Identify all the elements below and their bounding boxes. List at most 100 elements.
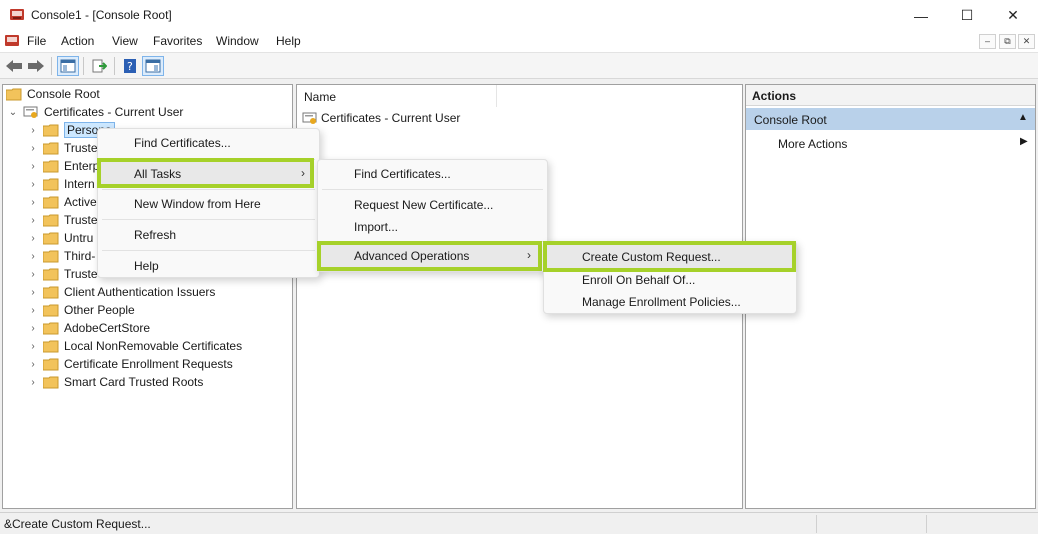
export-list-button[interactable] bbox=[88, 56, 110, 76]
mdi-restore-button[interactable]: ⧉ bbox=[999, 34, 1016, 49]
minimize-icon: — bbox=[914, 7, 928, 24]
status-divider bbox=[926, 515, 927, 533]
show-hide-tree-button[interactable] bbox=[57, 56, 79, 76]
chevron-right-icon[interactable]: › bbox=[27, 125, 39, 136]
tree-node-enterprise-trust[interactable]: › Enterp bbox=[27, 157, 99, 175]
folder-icon bbox=[43, 142, 59, 154]
back-button[interactable] bbox=[3, 56, 25, 76]
mdi-minimize-button[interactable]: – bbox=[979, 34, 996, 49]
column-header-name[interactable]: Name bbox=[297, 85, 497, 107]
more-actions-label: More Actions bbox=[778, 137, 848, 151]
tree-node-enrollment-requests[interactable]: › Certificate Enrollment Requests bbox=[27, 355, 232, 373]
folder-icon bbox=[43, 322, 59, 334]
tree-node-adobecertstore[interactable]: › AdobeCertStore bbox=[27, 319, 150, 337]
toolbar-separator bbox=[114, 57, 115, 75]
tree-node-trusted-root[interactable]: › Truste bbox=[27, 139, 97, 157]
chevron-right-icon[interactable]: › bbox=[27, 341, 39, 352]
chevron-right-icon[interactable]: › bbox=[27, 269, 39, 280]
tree-node-console-root[interactable]: Console Root bbox=[6, 85, 100, 103]
status-bar: &Create Custom Request... bbox=[0, 512, 1038, 534]
status-text: &Create Custom Request... bbox=[4, 517, 151, 531]
tree-node-intermediate[interactable]: › Intern bbox=[27, 175, 94, 193]
status-divider bbox=[816, 515, 817, 533]
tree-node-untrusted[interactable]: › Untru bbox=[27, 229, 93, 247]
collapse-up-icon[interactable]: ▲ bbox=[1018, 112, 1028, 123]
menu-item-refresh[interactable]: Refresh bbox=[98, 223, 319, 247]
minimize-icon: – bbox=[984, 36, 990, 46]
help-button[interactable]: ? bbox=[119, 56, 141, 76]
tree-node-smart-card-roots[interactable]: › Smart Card Trusted Roots bbox=[27, 373, 203, 391]
highlight-advanced-operations bbox=[317, 241, 542, 271]
chevron-right-icon[interactable]: › bbox=[27, 305, 39, 316]
console-tree-icon bbox=[60, 59, 76, 73]
close-button[interactable]: ✕ bbox=[990, 0, 1036, 31]
mdi-close-button[interactable]: ✕ bbox=[1018, 34, 1035, 49]
more-actions-item[interactable]: More Actions ▶ bbox=[746, 132, 1035, 154]
chevron-right-icon[interactable]: › bbox=[27, 161, 39, 172]
forward-button[interactable] bbox=[25, 56, 47, 76]
column-header-label: Name bbox=[304, 90, 337, 104]
menu-item-find-certificates[interactable]: Find Certificates... bbox=[98, 131, 319, 155]
tree-node-third-party-root[interactable]: › Third- bbox=[27, 247, 95, 265]
minimize-button[interactable]: — bbox=[898, 0, 944, 31]
menu-separator bbox=[322, 189, 543, 190]
folder-icon bbox=[43, 232, 59, 244]
chevron-right-icon[interactable]: › bbox=[27, 287, 39, 298]
actions-header: Actions bbox=[746, 85, 1035, 106]
menu-item-label: Enroll On Behalf Of... bbox=[582, 273, 696, 287]
chevron-right-icon[interactable]: › bbox=[27, 359, 39, 370]
menu-action[interactable]: Action bbox=[61, 34, 94, 48]
folder-icon bbox=[43, 376, 59, 388]
restore-icon: ⧉ bbox=[1004, 36, 1011, 46]
menu-item-label: Manage Enrollment Policies... bbox=[582, 295, 741, 309]
chevron-right-icon[interactable]: › bbox=[27, 377, 39, 388]
list-item[interactable]: Certificates - Current User bbox=[302, 111, 460, 125]
menu-item-find-certificates-sub[interactable]: Find Certificates... bbox=[318, 162, 547, 186]
menu-item-help[interactable]: Help bbox=[98, 254, 319, 278]
tree-node-local-nonremovable[interactable]: › Local NonRemovable Certificates bbox=[27, 337, 242, 355]
tree-node-label: Truste bbox=[64, 213, 98, 227]
tree-node-label: Local NonRemovable Certificates bbox=[64, 339, 243, 353]
tree-node-trusted-publishers[interactable]: › Truste bbox=[27, 211, 98, 229]
menu-view[interactable]: View bbox=[112, 34, 138, 48]
title-bar: Console1 - [Console Root] — ☐ ✕ bbox=[0, 0, 1038, 31]
chevron-right-icon[interactable]: › bbox=[27, 233, 39, 244]
chevron-right-icon[interactable]: › bbox=[27, 179, 39, 190]
folder-icon bbox=[43, 304, 59, 316]
chevron-right-icon[interactable]: › bbox=[27, 143, 39, 154]
actions-section-console-root[interactable]: Console Root ▲ bbox=[746, 108, 1035, 130]
action-pane-icon bbox=[145, 59, 161, 73]
menu-favorites[interactable]: Favorites bbox=[153, 34, 202, 48]
highlight-all-tasks bbox=[97, 158, 314, 188]
show-hide-action-pane-button[interactable] bbox=[142, 56, 164, 76]
tree-node-label: Client Authentication Issuers bbox=[64, 285, 216, 299]
tree-node-other-people[interactable]: › Other People bbox=[27, 301, 134, 319]
folder-icon bbox=[43, 286, 59, 298]
menu-item-label: Find Certificates... bbox=[134, 136, 231, 150]
tree-node-label: Certificates - Current User bbox=[44, 105, 184, 119]
menu-file[interactable]: File bbox=[27, 34, 46, 48]
tree-node-trusted-people[interactable]: › Truste bbox=[27, 265, 97, 283]
mmc-app-icon bbox=[10, 9, 24, 20]
tree-node-certificates-current-user[interactable]: ⌄ Certificates - Current User bbox=[7, 103, 184, 121]
chevron-right-icon[interactable]: › bbox=[27, 251, 39, 262]
maximize-button[interactable]: ☐ bbox=[944, 0, 990, 31]
close-icon: ✕ bbox=[1022, 36, 1031, 46]
menu-help[interactable]: Help bbox=[276, 34, 301, 48]
menu-item-manage-enrollment-policies[interactable]: Manage Enrollment Policies... bbox=[544, 290, 796, 314]
console-icon[interactable] bbox=[4, 33, 20, 49]
chevron-right-icon[interactable]: › bbox=[27, 323, 39, 334]
tree-node-active-directory[interactable]: › Active bbox=[27, 193, 96, 211]
menu-item-request-new-certificate[interactable]: Request New Certificate... bbox=[318, 193, 547, 217]
menu-item-import[interactable]: Import... bbox=[318, 215, 547, 239]
menu-item-new-window[interactable]: New Window from Here bbox=[98, 192, 319, 216]
chevron-right-icon[interactable]: › bbox=[27, 215, 39, 226]
folder-icon bbox=[43, 160, 59, 172]
tree-node-client-auth-issuers[interactable]: › Client Authentication Issuers bbox=[27, 283, 215, 301]
chevron-down-icon[interactable]: ⌄ bbox=[7, 107, 19, 118]
tree-node-label: Untru bbox=[64, 231, 94, 245]
chevron-right-icon[interactable]: › bbox=[27, 197, 39, 208]
svg-text:?: ? bbox=[127, 60, 133, 73]
menu-item-label: Import... bbox=[354, 220, 399, 234]
menu-window[interactable]: Window bbox=[216, 34, 259, 48]
